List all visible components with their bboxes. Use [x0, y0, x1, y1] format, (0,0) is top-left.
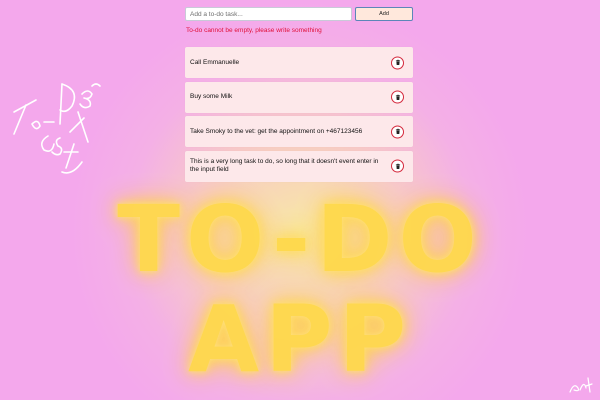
- todo-item: Take Smoky to the vet: get the appointme…: [185, 116, 413, 147]
- todo-text: Take Smoky to the vet: get the appointme…: [190, 127, 363, 135]
- trash-icon: [395, 163, 400, 169]
- todo-item: Buy some Milk: [185, 81, 413, 113]
- todo-text: Call Emmanuelle: [190, 58, 240, 66]
- add-button[interactable]: Add: [355, 7, 413, 21]
- todo-text: Buy some Milk: [190, 93, 233, 100]
- todo-text: This is a very long task to do, so long …: [190, 158, 379, 173]
- delete-button[interactable]: [391, 125, 404, 138]
- todo-item: Call Emmanuelle: [185, 47, 413, 78]
- trash-icon: [395, 128, 400, 135]
- neon-title-line-1: TO-DO: [117, 186, 483, 293]
- add-todo-form: Add: [185, 7, 413, 21]
- trash-icon: [395, 59, 400, 66]
- handwritten-todo-list-doodle: [13, 83, 101, 174]
- todo-list: Call Emmanuelle Buy some Milk Take Smoky…: [185, 47, 413, 185]
- neon-title-line-2: APP: [187, 286, 413, 393]
- trash-icon: [395, 94, 400, 100]
- todo-item: This is a very long task to do, so long …: [185, 150, 413, 182]
- delete-button[interactable]: [391, 159, 404, 173]
- error-message: To-do cannot be empty, please write some…: [186, 27, 322, 34]
- neon-background-title: TO-DO APP: [0, 190, 600, 390]
- todo-input[interactable]: [185, 7, 352, 21]
- delete-button[interactable]: [391, 56, 404, 69]
- corner-signature-doodle: [569, 377, 593, 393]
- delete-button[interactable]: [391, 90, 404, 104]
